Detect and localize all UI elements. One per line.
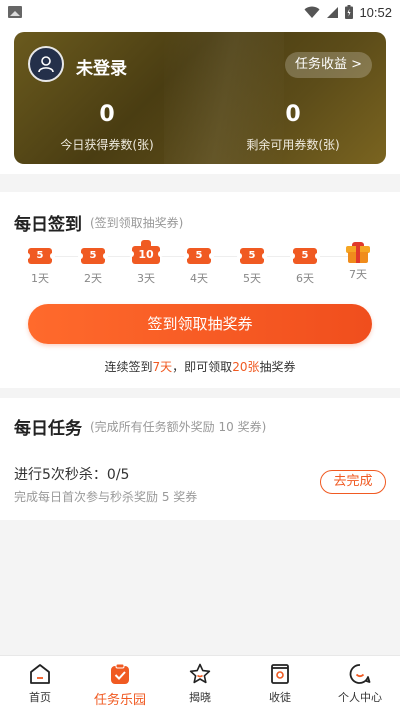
checkin-title: 每日签到 <box>14 215 82 235</box>
home-icon <box>30 664 50 684</box>
checkin-button[interactable]: 签到领取抽奖券 <box>28 304 372 344</box>
checkin-subtitle: (签到领取抽奖券) <box>90 216 184 230</box>
task-clipboard-icon <box>111 663 129 684</box>
image-notification-icon <box>8 6 22 18</box>
user-card: 未登录 任务收益 > 0 今日获得券数(张) 0 剩余可用券数(张) <box>14 32 386 164</box>
recruit-scroll-icon <box>271 664 289 684</box>
ticket-icon: 5 <box>237 248 267 264</box>
checkin-day-5: 5 5天 <box>232 248 272 286</box>
checkin-day-2: 5 2天 <box>73 248 113 286</box>
signal-icon <box>327 6 339 18</box>
task-description: 完成每日首次参与秒杀奖励 5 奖券 <box>14 490 198 504</box>
status-bar: 10:52 <box>0 0 400 24</box>
checkin-day-6: 5 6天 <box>285 248 325 286</box>
checkin-days: 5 1天 5 2天 10 3天 5 4天 5 5天 5 6天 7天 <box>14 240 386 288</box>
battery-icon <box>345 5 354 19</box>
star-icon <box>189 663 211 684</box>
go-complete-button[interactable]: 去完成 <box>320 470 386 494</box>
gift-box-icon <box>346 242 370 264</box>
clock-time: 10:52 <box>359 4 392 20</box>
avatar[interactable] <box>28 46 64 82</box>
nav-recruit[interactable]: 收徒 <box>240 656 320 711</box>
checkin-day-3: 10 3天 <box>126 240 166 286</box>
ticket-icon: 5 <box>25 248 55 264</box>
login-status[interactable]: 未登录 <box>76 54 127 79</box>
nav-home[interactable]: 首页 <box>0 656 80 711</box>
nav-profile[interactable]: 个人中心 <box>320 656 400 711</box>
today-tickets-label: 今日获得券数(张) <box>60 138 154 152</box>
task-name: 进行5次秒杀：0/5 <box>14 467 130 483</box>
ticket-icon: 5 <box>184 248 214 264</box>
checkin-hint: 连续签到7天，即可领取20张抽奖券 <box>104 360 296 374</box>
nav-reveal[interactable]: 揭晓 <box>160 656 240 711</box>
tasks-subtitle: (完成所有任务额外奖励 10 奖券) <box>90 420 267 434</box>
remaining-tickets-stat: 0 剩余可用券数(张) <box>200 102 386 153</box>
checkin-day-7: 7天 <box>338 242 378 282</box>
bottom-nav: 首页 任务乐园 揭晓 收徒 个人中心 <box>0 655 400 711</box>
remaining-tickets-label: 剩余可用券数(张) <box>246 138 340 152</box>
ticket-bonus-icon: 10 <box>129 240 163 264</box>
wifi-icon <box>304 6 320 18</box>
today-tickets-stat: 0 今日获得券数(张) <box>14 102 200 153</box>
header-section: 未登录 任务收益 > 0 今日获得券数(张) 0 剩余可用券数(张) <box>0 24 400 174</box>
daily-checkin-section: 每日签到 (签到领取抽奖券) 5 1天 5 2天 10 3天 5 4天 5 5天… <box>0 192 400 388</box>
remaining-tickets-value: 0 <box>285 102 301 127</box>
checkin-day-4: 5 4天 <box>179 248 219 286</box>
daily-tasks-section: 每日任务 (完成所有任务额外奖励 10 奖券) 进行5次秒杀：0/5 完成每日首… <box>0 398 400 520</box>
checkin-day-1: 5 1天 <box>20 248 60 286</box>
ticket-icon: 5 <box>78 248 108 264</box>
nav-task-park[interactable]: 任务乐园 <box>80 656 160 711</box>
task-earnings-button[interactable]: 任务收益 > <box>284 52 372 78</box>
ticket-icon: 5 <box>290 248 320 264</box>
user-icon <box>38 56 54 73</box>
smile-chat-icon <box>349 664 371 684</box>
tasks-title: 每日任务 <box>14 419 82 439</box>
today-tickets-value: 0 <box>99 102 115 127</box>
